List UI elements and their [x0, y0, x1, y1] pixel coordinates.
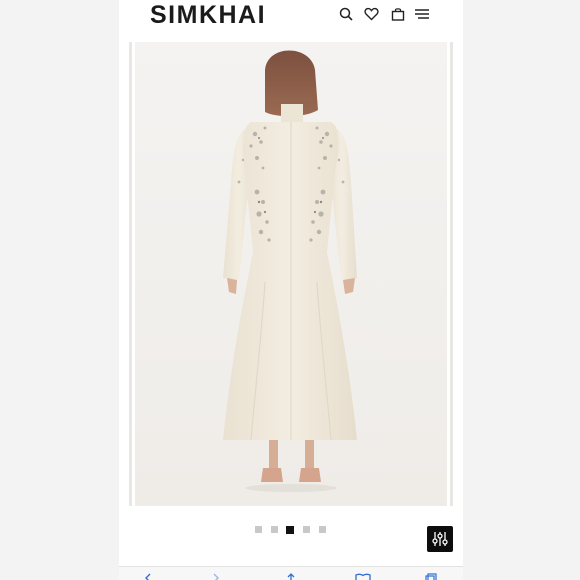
- carousel-dot[interactable]: [255, 526, 262, 533]
- site-header: SIMKHAI: [119, 0, 463, 38]
- menu-icon[interactable]: [414, 7, 432, 25]
- previous-slide-peek[interactable]: [129, 42, 132, 506]
- page-background-right: [463, 0, 580, 580]
- back-icon[interactable]: [143, 570, 153, 580]
- brand-logo[interactable]: SIMKHAI: [150, 0, 266, 30]
- dress-photo: [135, 42, 447, 506]
- filter-button[interactable]: [427, 526, 453, 552]
- product-image[interactable]: [135, 42, 447, 506]
- mobile-page: SIMKHAI: [119, 0, 463, 580]
- search-icon[interactable]: [339, 7, 357, 25]
- tabs-icon[interactable]: [425, 570, 437, 580]
- heart-icon[interactable]: [364, 7, 382, 25]
- bag-icon[interactable]: [391, 7, 409, 25]
- page-background-left: [0, 0, 119, 580]
- carousel-dot[interactable]: [303, 526, 310, 533]
- carousel-dot[interactable]: [319, 526, 326, 533]
- carousel-dot-active[interactable]: [286, 525, 294, 534]
- carousel-dot[interactable]: [271, 526, 278, 533]
- share-icon[interactable]: [285, 570, 297, 580]
- browser-toolbar: [119, 566, 463, 580]
- filter-icon: [432, 532, 448, 546]
- next-slide-peek[interactable]: [450, 42, 453, 506]
- bookmarks-icon[interactable]: [355, 570, 371, 580]
- forward-icon[interactable]: [211, 570, 221, 580]
